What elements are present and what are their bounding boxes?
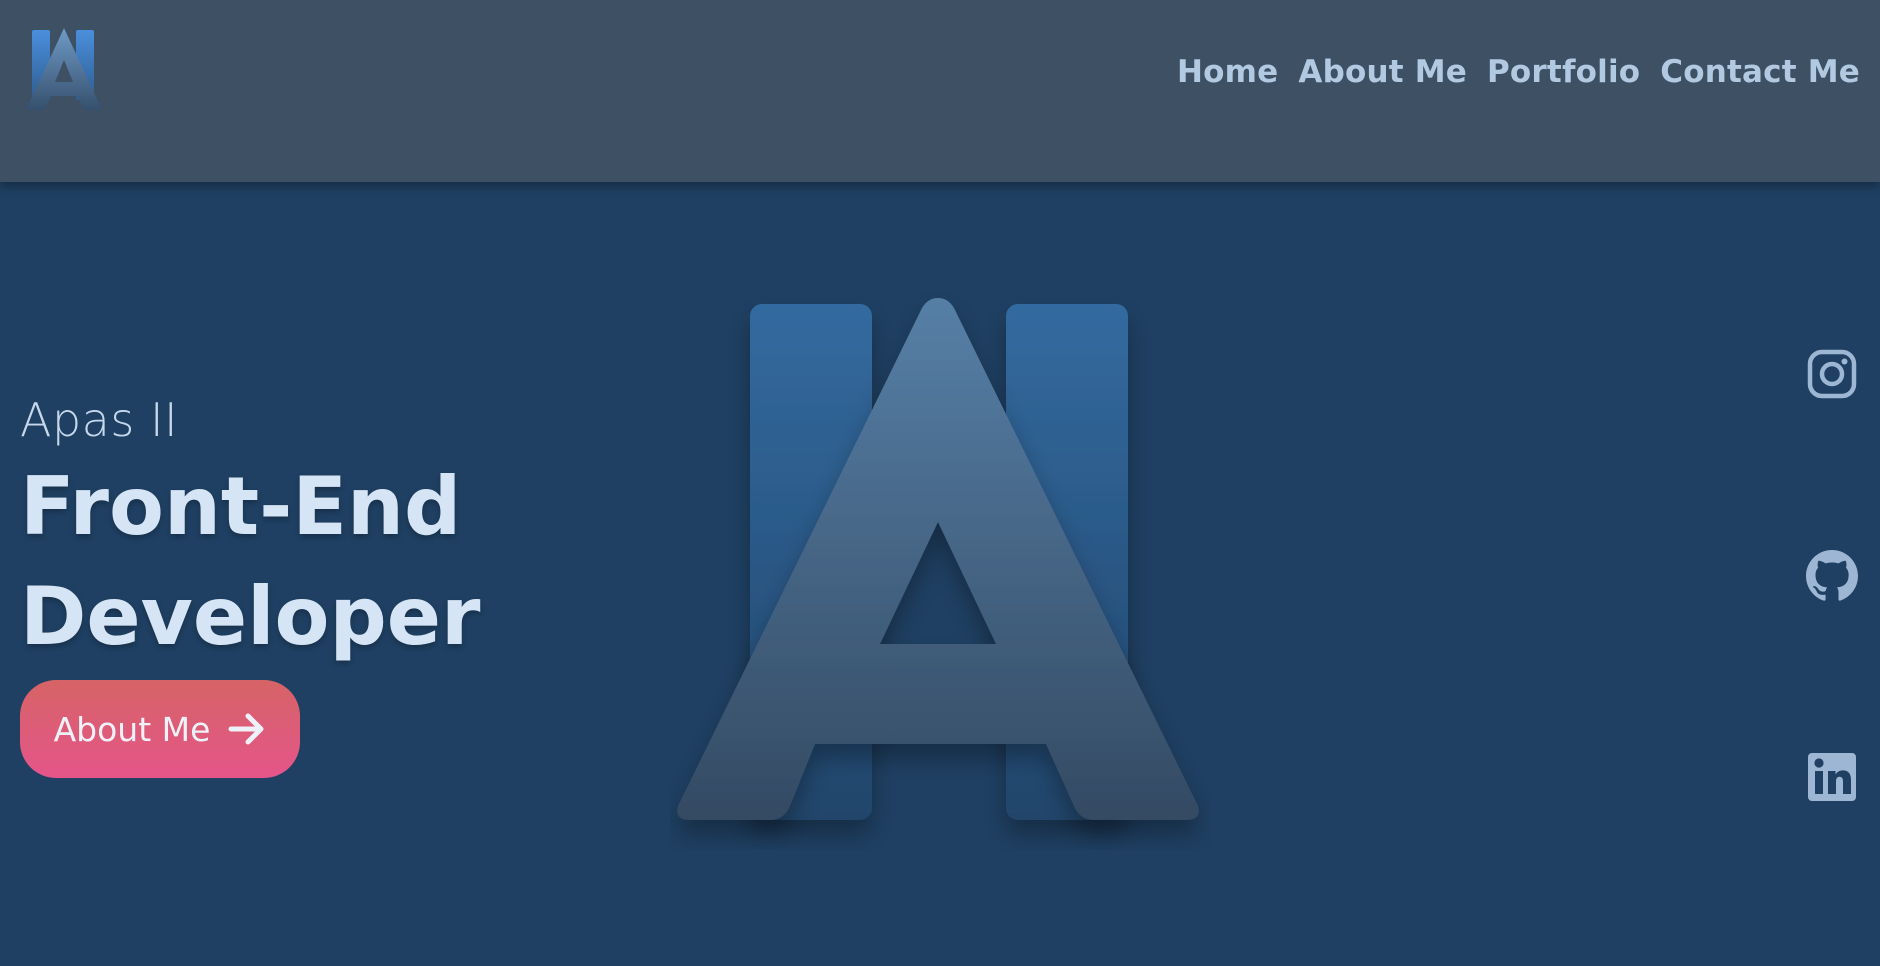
instagram-icon bbox=[1807, 349, 1857, 399]
github-link[interactable] bbox=[1806, 550, 1858, 602]
main-nav: Home About Me Portfolio Contact Me bbox=[1177, 54, 1860, 90]
nav-portfolio-link[interactable]: Portfolio bbox=[1487, 54, 1640, 90]
instagram-link[interactable] bbox=[1806, 348, 1858, 400]
arrow-right-icon bbox=[228, 713, 264, 745]
hero-headline-line-1: Front-End bbox=[20, 460, 462, 553]
linkedin-link[interactable] bbox=[1806, 751, 1858, 803]
linkedin-icon bbox=[1808, 753, 1856, 801]
hero-text: Apas II Front-End Developer bbox=[20, 390, 480, 672]
nav-about-link[interactable]: About Me bbox=[1298, 54, 1467, 90]
site-logo[interactable] bbox=[22, 24, 106, 116]
letter-a-logo-icon bbox=[26, 28, 102, 110]
letter-a-logo-icon bbox=[677, 298, 1199, 820]
about-me-button[interactable]: About Me bbox=[20, 680, 300, 778]
about-me-button-label: About Me bbox=[53, 709, 211, 749]
github-icon bbox=[1806, 550, 1858, 601]
nav-home-link[interactable]: Home bbox=[1177, 54, 1278, 90]
nav-contact-link[interactable]: Contact Me bbox=[1660, 54, 1860, 90]
hero-headline-line-2: Developer bbox=[20, 570, 481, 663]
hero-subtitle: Apas II bbox=[20, 393, 179, 447]
hero-headline: Front-End Developer bbox=[20, 452, 480, 672]
navbar: Home About Me Portfolio Contact Me bbox=[0, 0, 1880, 182]
hero-logo-graphic bbox=[670, 290, 1210, 850]
